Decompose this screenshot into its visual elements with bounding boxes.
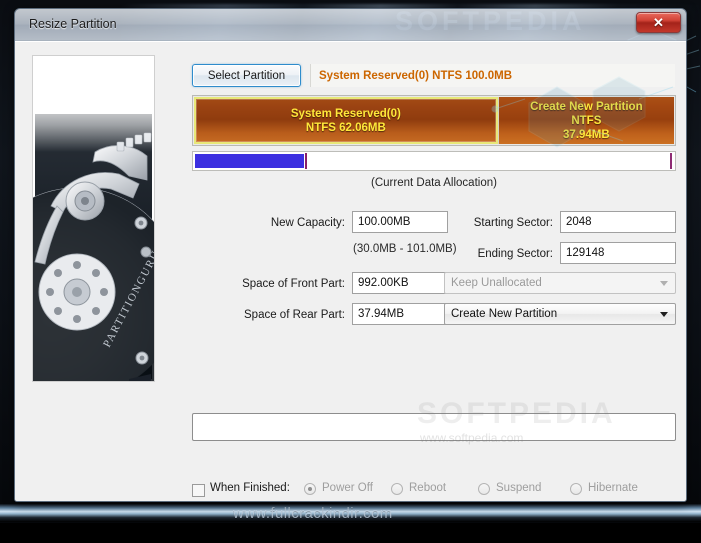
resize-partition-window: Resize Partition ✕ PARTITIONGURU Select … [14, 8, 687, 502]
rear-part-action-dropdown[interactable]: Create New Partition [444, 303, 676, 325]
starting-sector-input[interactable]: 2048 [560, 211, 676, 233]
rear-part-label: Space of Rear Part: [244, 309, 345, 321]
site-watermark: www.fullcrackindir.com [233, 505, 393, 522]
rear-part-action-value: Create New Partition [451, 308, 558, 320]
radio-reboot-label[interactable]: Reboot [409, 482, 446, 494]
main-pane: Select Partition System Reserved(0) NTFS… [167, 55, 676, 497]
allocation-marker-right [670, 153, 672, 169]
when-finished-checkbox[interactable] [192, 484, 205, 497]
window-title: Resize Partition [29, 17, 117, 31]
radio-reboot-dot[interactable] [391, 483, 403, 495]
allocation-caption: (Current Data Allocation) [371, 177, 497, 189]
partition-map: System Reserved(0) NTFS 62.06MB Create N… [192, 95, 676, 146]
new-capacity-input[interactable]: 100.00MB [352, 211, 448, 233]
rear-part-input[interactable]: 37.94MB [352, 303, 448, 325]
radio-hibernate-dot[interactable] [570, 483, 582, 495]
partition-fs: NTFS [571, 114, 602, 127]
new-capacity-label: New Capacity: [270, 217, 345, 229]
sidebar-fade-overlay [33, 56, 154, 152]
partition-name: System Reserved(0) [290, 107, 401, 120]
radio-suspend-label[interactable]: Suspend [496, 482, 541, 494]
allocation-used-segment [195, 154, 304, 168]
window-titlebar[interactable]: Resize Partition ✕ [15, 9, 686, 41]
partition-block-system-reserved[interactable]: System Reserved(0) NTFS 62.06MB [194, 97, 498, 144]
data-allocation-bar [192, 151, 676, 171]
front-part-action-dropdown[interactable]: Keep Unallocated [444, 272, 676, 294]
select-partition-button[interactable]: Select Partition [192, 64, 301, 87]
close-button[interactable]: ✕ [636, 12, 681, 33]
selected-partition-label: System Reserved(0) NTFS 100.0MB [310, 64, 675, 87]
radio-power-off-label[interactable]: Power Off [322, 482, 373, 494]
radio-power-off-dot[interactable] [304, 483, 316, 495]
close-icon: ✕ [653, 14, 664, 30]
partition-block-new[interactable]: Create New Partition NTFS 37.94MB [497, 97, 674, 144]
when-finished-label: When Finished: [210, 482, 290, 494]
window-client-area: PARTITIONGURU Select Partition System Re… [15, 41, 686, 501]
ending-sector-input[interactable]: 129148 [560, 242, 676, 264]
starting-sector-label: Starting Sector: [473, 217, 553, 229]
when-finished-row: When Finished: Power Off Reboot Suspend … [167, 480, 671, 501]
ending-sector-label: Ending Sector: [477, 248, 553, 260]
chevron-down-icon [660, 312, 668, 317]
progress-bar [192, 413, 676, 441]
chevron-down-icon [660, 281, 668, 286]
front-part-action-value: Keep Unallocated [451, 277, 542, 289]
radio-hibernate-label[interactable]: Hibernate [588, 482, 638, 494]
screen: SOFTPEDIA www.fullcrackindir.com [0, 0, 701, 543]
partition-size: 37.94MB [563, 128, 610, 141]
partition-name: Create New Partition [530, 100, 643, 113]
sidebar-illustration: PARTITIONGURU [32, 55, 155, 382]
front-part-input[interactable]: 992.00KB [352, 272, 448, 294]
allocation-marker-left [305, 153, 307, 169]
partition-size: NTFS 62.06MB [305, 121, 386, 134]
front-part-label: Space of Front Part: [242, 278, 345, 290]
radio-suspend-dot[interactable] [478, 483, 490, 495]
resize-form: SOFTPEDIA www.softpedia.com New Capacity… [167, 199, 676, 445]
